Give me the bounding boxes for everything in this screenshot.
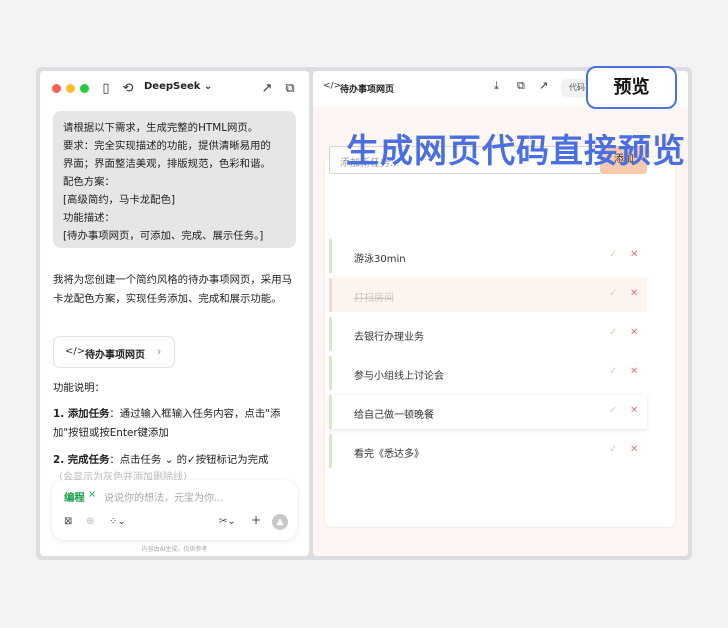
user-message-line: 功能描述：	[63, 212, 115, 224]
chevron-right-icon: ›	[157, 345, 162, 358]
feature-text: ：点击任务	[109, 454, 162, 466]
chat-input-box[interactable]: 编程 × 说说你的想法，元宝为你... ⊠ ⊕ ⁘⌄ ✂⌄ + ▲	[52, 480, 297, 540]
share-icon[interactable]: ↗	[258, 80, 276, 98]
artifact-card-label: 待办事项网页	[85, 350, 145, 361]
delete-x-icon[interactable]: ✕	[630, 405, 638, 416]
user-message-line: 要求：完全实现描述的功能，提供清晰易用的	[63, 140, 271, 152]
task-item: 给自己做一顿晚餐 ✓ ✕	[329, 395, 647, 429]
new-chat-icon[interactable]: ⟲	[119, 80, 137, 98]
task-text: 看完《悉达多》	[354, 449, 424, 460]
complete-check-icon[interactable]: ✓	[609, 288, 617, 299]
delete-x-icon[interactable]: ✕	[630, 444, 638, 455]
webpage-artifact-card[interactable]: </> 待办事项网页 ›	[53, 336, 175, 368]
add-icon[interactable]: +	[251, 513, 261, 527]
task-item: 参与小组线上讨论会 ✓ ✕	[329, 356, 647, 390]
maximize-window-button[interactable]	[80, 84, 89, 93]
feature-label: 1. 添加任务	[53, 408, 110, 420]
apps-icon[interactable]: ⁘⌄	[109, 516, 126, 527]
preview-title: 待办事项网页	[340, 85, 395, 95]
task-text: 游泳30min	[354, 254, 406, 265]
remove-tag-icon[interactable]: ×	[88, 489, 96, 500]
new-window-icon[interactable]: ⧉	[281, 80, 299, 98]
sidebar-toggle-icon[interactable]: ▯	[97, 80, 115, 98]
user-message-line: 界面；界面整洁美观，排版规范，色彩和谐。	[63, 158, 271, 170]
delete-x-icon[interactable]: ✕	[630, 249, 638, 260]
delete-x-icon[interactable]: ✕	[630, 366, 638, 377]
minimize-window-button[interactable]	[66, 84, 75, 93]
share-icon[interactable]: ↗	[539, 79, 548, 92]
task-item: 看完《悉达多》 ✓ ✕	[329, 434, 647, 468]
code-icon: </>	[323, 81, 342, 91]
task-item-done: 打扫房间 ✓ ✕	[329, 278, 647, 312]
chat-panel: ▯ ⟲ DeepSeek ⌄ ↗ ⧉ 请根据以下需求，生成完整的HTML网页。 …	[40, 71, 309, 556]
delete-x-icon[interactable]: ✕	[630, 327, 638, 338]
chat-header: ▯ ⟲ DeepSeek ⌄ ↗ ⧉	[40, 71, 309, 107]
download-icon[interactable]: ⤓	[494, 79, 499, 93]
disclaimer: 内容由AI生成，仅供参考	[141, 546, 208, 553]
feature-text: 的✓按钮标记为完成	[176, 454, 269, 466]
send-button[interactable]: ▲	[272, 514, 288, 530]
chat-input-placeholder[interactable]: 说说你的想法，元宝为你...	[104, 489, 224, 504]
user-message-line: [待办事项网页，可添加、完成、展示任务。]	[63, 230, 264, 242]
model-selector[interactable]: DeepSeek ⌄	[144, 81, 212, 92]
complete-check-icon[interactable]: ✓	[609, 327, 617, 338]
task-text: 去银行办理业务	[354, 332, 424, 343]
complete-check-icon[interactable]: ✓	[609, 249, 617, 260]
user-message-bubble: 请根据以下需求，生成完整的HTML网页。 要求：完全实现描述的功能，提供清晰易用…	[53, 111, 296, 248]
assistant-reply-intro: 我将为您创建一个简约风格的待办事项网页，采用马卡龙配色方案，实现任务添加、完成和…	[53, 274, 292, 305]
attach-icon[interactable]: ⊠	[64, 516, 72, 527]
delete-x-icon[interactable]: ✕	[630, 288, 638, 299]
user-message-line: [高级简约，马卡龙配色]	[63, 194, 176, 206]
preview-badge[interactable]: 预览	[586, 66, 677, 109]
close-window-button[interactable]	[52, 84, 61, 93]
code-icon: </>	[65, 346, 86, 357]
globe-icon[interactable]: ⊕	[86, 516, 94, 527]
complete-check-icon[interactable]: ✓	[609, 444, 617, 455]
user-message-line: 请根据以下需求，生成完整的HTML网页。	[63, 122, 259, 134]
task-text: 参与小组线上讨论会	[354, 371, 444, 382]
copy-icon[interactable]: ⧉	[517, 79, 525, 93]
feature-label: 2. 完成任务	[53, 454, 110, 466]
complete-check-icon[interactable]: ✓	[609, 366, 617, 377]
feature-heading: 功能说明：	[53, 382, 105, 394]
user-message-line: 配色方案：	[63, 176, 115, 188]
feature-item-add: 1. 添加任务：通过输入框输入任务内容，点击"添加"按钮或按Enter键添加	[53, 405, 299, 443]
model-name: DeepSeek	[144, 81, 201, 92]
mode-tag: 编程	[64, 492, 85, 504]
tools-icon[interactable]: ✂⌄	[219, 516, 236, 527]
complete-check-icon[interactable]: ✓	[609, 405, 617, 416]
task-item: 游泳30min ✓ ✕	[329, 239, 647, 273]
task-text: 给自己做一顿晚餐	[354, 410, 434, 421]
task-text: 打扫房间	[354, 293, 394, 304]
task-item: 去银行办理业务 ✓ ✕	[329, 317, 647, 351]
promo-headline: 生成网页代码直接预览	[346, 131, 686, 170]
